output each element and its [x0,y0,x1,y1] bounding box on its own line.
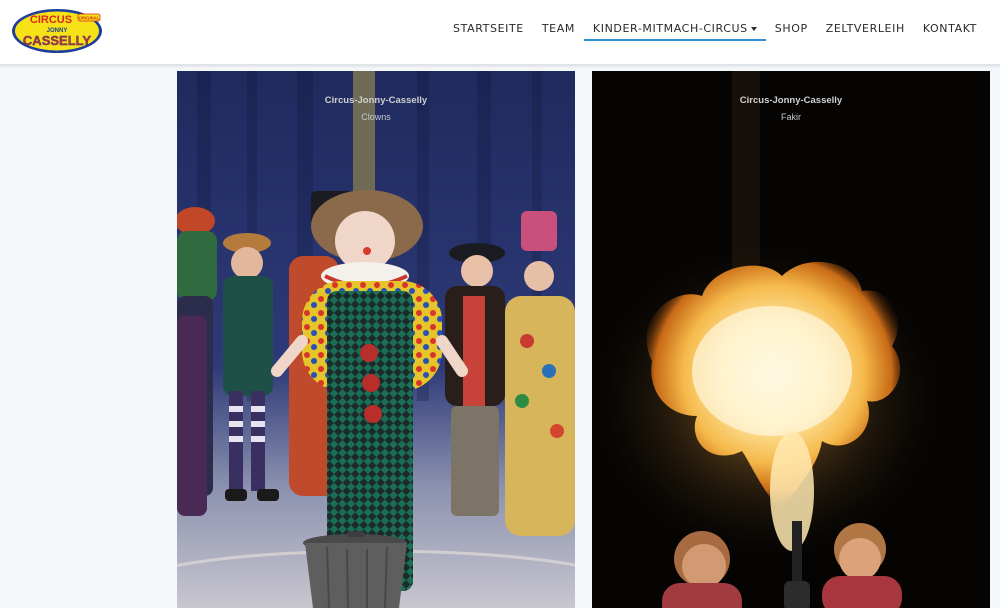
nav-item-label: KONTAKT [922,22,977,35]
fakir-photo [592,71,990,608]
chevron-down-icon [750,27,757,31]
main-nav: STARTSEITE TEAM KINDER-MITMACH-CIRCUS SH… [444,20,986,41]
clowns-photo [177,71,575,608]
logo-word-top: CIRCUS [30,14,72,26]
gallery-caption-title: Circus-Jonny-Casselly [324,95,428,106]
logo-graphic: CIRCUS JONNY CASSELLY ORIGINAL [12,9,102,53]
nav-item-label: TEAM [541,22,575,35]
site-logo[interactable]: CIRCUS JONNY CASSELLY ORIGINAL [10,6,106,56]
logo-badge: ORIGINAL [79,16,100,21]
nav-item-shop[interactable]: SHOP [766,20,817,41]
gallery-caption-title: Circus-Jonny-Casselly [739,95,843,106]
nav-item-label: ZELTVERLEIH [825,22,905,35]
nav-item-label: KINDER-MITMACH-CIRCUS [592,22,748,35]
nav-item-label: SHOP [774,22,808,35]
nav-item-zeltverleih[interactable]: ZELTVERLEIH [817,20,914,41]
nav-item-startseite[interactable]: STARTSEITE [444,20,533,41]
nav-item-label: STARTSEITE [453,22,524,35]
gallery-caption-subtitle: Fakir [781,112,801,122]
gallery-caption-subtitle: Clowns [361,112,391,122]
logo-word-bottom: CASSELLY [23,33,91,48]
nav-item-kontakt[interactable]: KONTAKT [914,20,986,41]
nav-item-kinder-mitmach-circus[interactable]: KINDER-MITMACH-CIRCUS [583,20,766,41]
gallery-item-clowns[interactable]: Circus-Jonny-Casselly Clowns [177,71,575,608]
nav-item-team[interactable]: TEAM [533,20,584,41]
gallery-item-fakir[interactable]: Circus-Jonny-Casselly Fakir [592,71,990,608]
site-header: CIRCUS JONNY CASSELLY ORIGINAL STARTSEIT… [0,0,1000,65]
